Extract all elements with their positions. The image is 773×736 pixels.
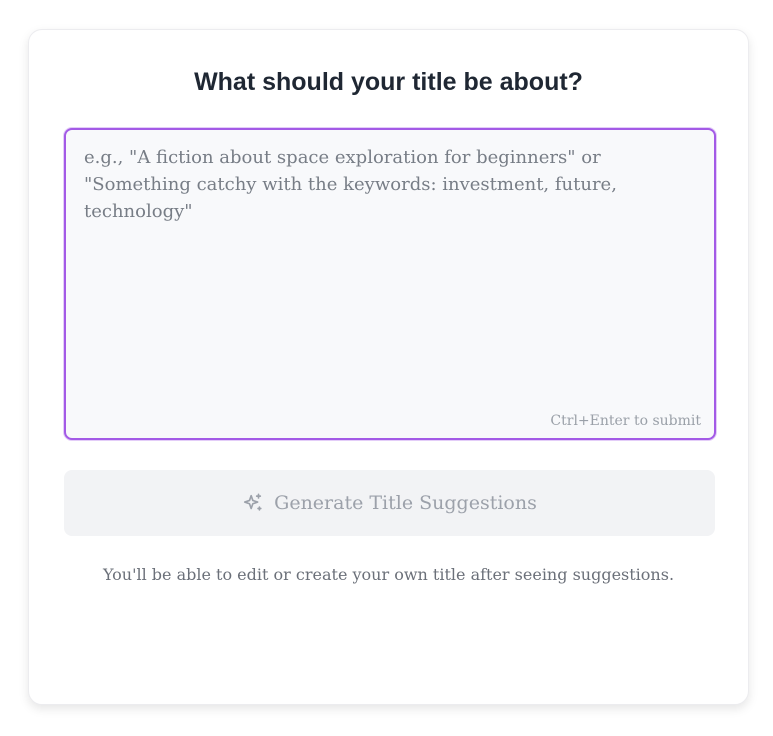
title-generator-card: What should your title be about? Ctrl+En…: [28, 29, 749, 705]
sparkle-icon: [242, 492, 264, 514]
generate-button-label: Generate Title Suggestions: [274, 492, 537, 514]
generate-title-suggestions-button[interactable]: Generate Title Suggestions: [64, 470, 715, 536]
prompt-field-container: Ctrl+Enter to submit: [64, 128, 716, 440]
title-topic-input[interactable]: [66, 130, 714, 438]
page-title: What should your title be about?: [194, 68, 583, 96]
edit-title-footnote: You'll be able to edit or create your ow…: [102, 565, 675, 584]
submit-shortcut-hint: Ctrl+Enter to submit: [550, 413, 701, 429]
